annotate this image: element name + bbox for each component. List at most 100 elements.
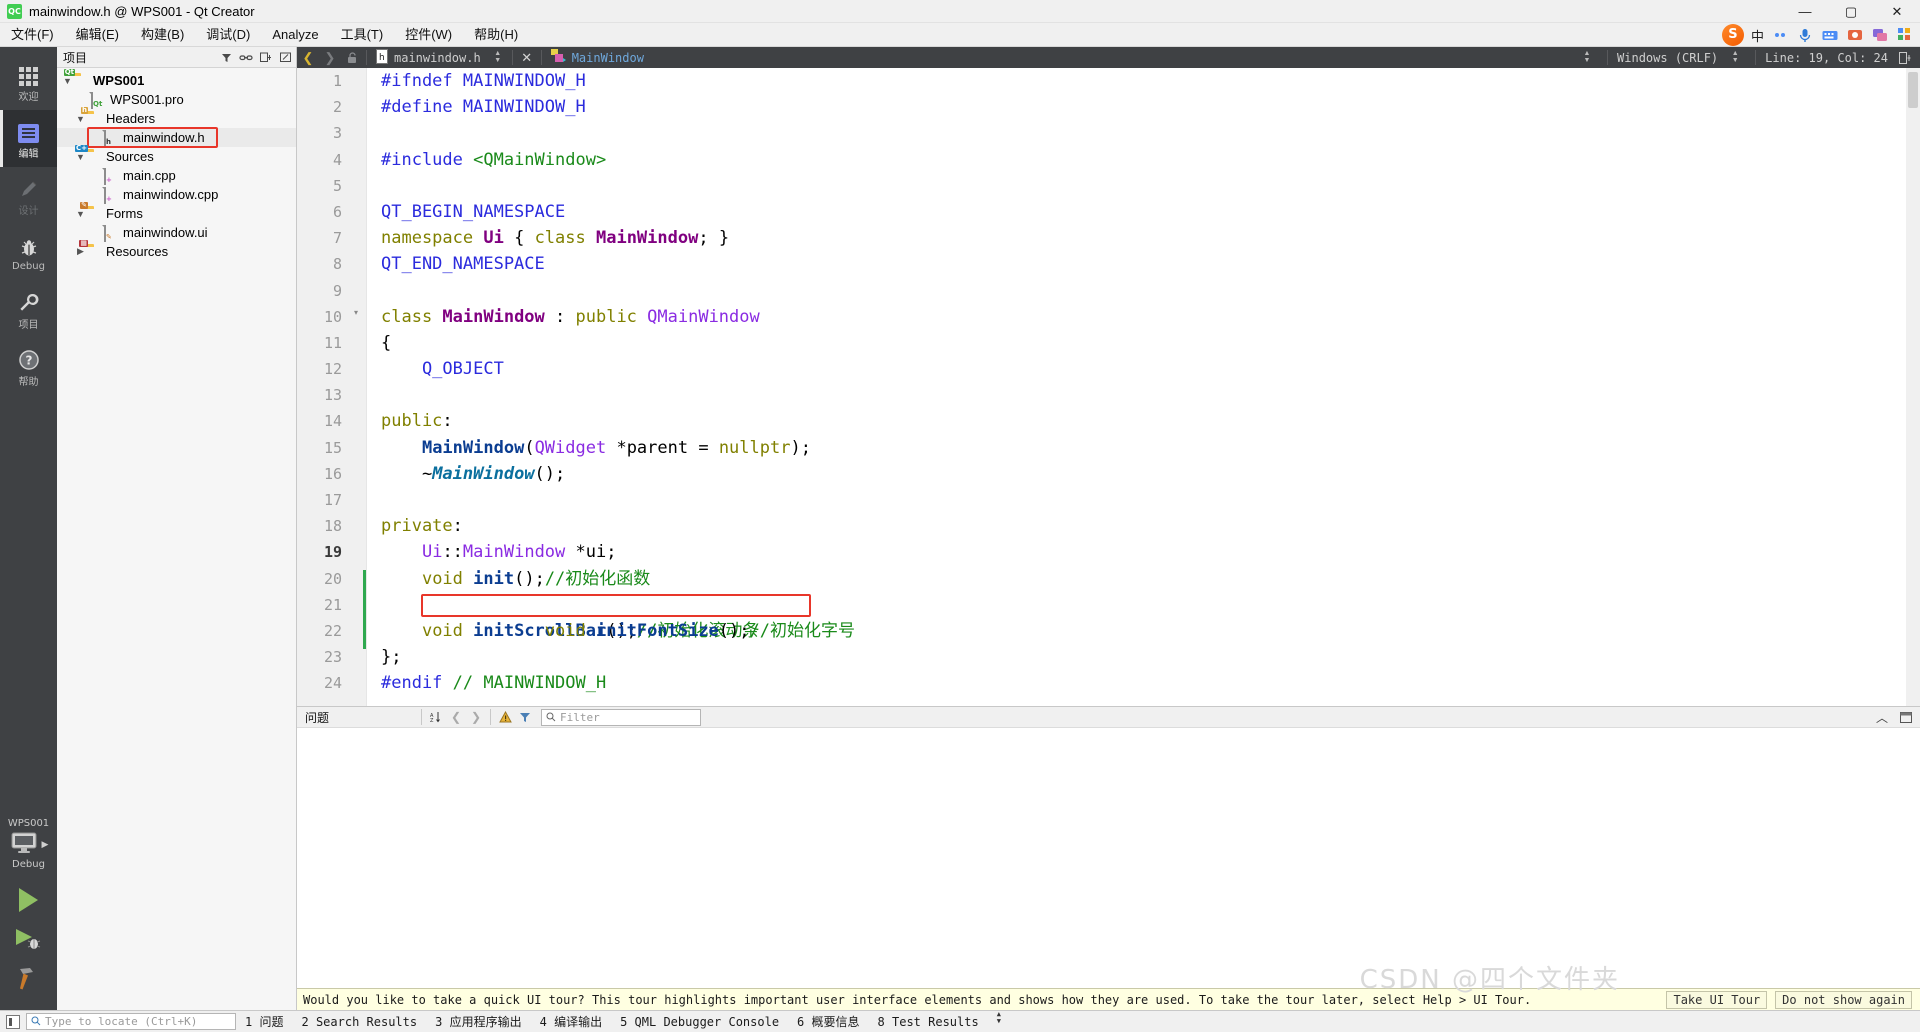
menu-debug[interactable]: 调试(D) <box>195 23 261 47</box>
grid-apps-icon[interactable] <box>1896 26 1914 44</box>
split-icon[interactable] <box>256 48 276 67</box>
project-pane-title[interactable]: 项目 <box>57 49 216 66</box>
funnel-icon[interactable] <box>515 707 535 727</box>
tab-spin-icon[interactable]: ▲▼ <box>487 47 509 68</box>
close-icon[interactable]: ✕ <box>516 47 538 68</box>
take-ui-tour-button[interactable]: Take UI Tour <box>1666 991 1767 1009</box>
run-triangle-icon <box>19 888 38 912</box>
chevron-down-icon[interactable]: ▼ <box>61 76 74 86</box>
issues-next-icon[interactable]: ❯ <box>466 707 486 727</box>
tree-label: Forms <box>106 206 143 221</box>
screenshot-icon[interactable] <box>1846 26 1864 44</box>
sidebar-toggle-icon[interactable] <box>6 1015 20 1029</box>
debug-button[interactable] <box>6 920 51 960</box>
kit-expand-arrow-icon[interactable]: ▶ <box>42 839 49 850</box>
tree-item-mainwindow-h[interactable]: h mainwindow.h <box>57 128 296 147</box>
tree-item-main-cpp[interactable]: + main.cpp <box>57 166 296 185</box>
menu-edit[interactable]: 编辑(E) <box>65 23 130 47</box>
line-number: 5 <box>297 173 366 199</box>
warning-icon[interactable] <box>495 707 515 727</box>
line-number: 22 <box>297 618 366 644</box>
filter-icon[interactable] <box>216 48 236 67</box>
keyboard-icon[interactable] <box>1821 26 1839 44</box>
navigate-forward-icon[interactable]: ❯ <box>319 47 341 68</box>
mode-welcome[interactable]: 欢迎 <box>0 53 57 110</box>
tree-item-wps001-pro[interactable]: Qt WPS001.pro <box>57 90 296 109</box>
issues-prev-icon[interactable]: ❮ <box>446 707 466 727</box>
tree-item-sources[interactable]: ▼ C+ Sources <box>57 147 296 166</box>
app-icon: QC <box>7 4 22 19</box>
maximize-button[interactable]: ▢ <box>1828 0 1874 23</box>
tree-item-headers[interactable]: ▼ h Headers <box>57 109 296 128</box>
encoding-spin-icon[interactable]: ▲▼ <box>1724 47 1746 68</box>
kit-selector[interactable]: WPS001 ▶ Debug <box>0 818 57 880</box>
svg-text:Z: Z <box>430 718 434 723</box>
minimize-button[interactable]: — <box>1782 0 1828 23</box>
output-pane-compile-output[interactable]: 4 编译输出 <box>531 1011 611 1032</box>
locator-input[interactable]: Type to locate (Ctrl+K) <box>26 1013 236 1030</box>
scrollbar-thumb[interactable] <box>1908 72 1918 108</box>
output-pane-general-messages[interactable]: 6 概要信息 <box>788 1011 868 1032</box>
chevron-updown-icon[interactable]: ▲▼ <box>988 1011 1010 1032</box>
mode-edit[interactable]: 编辑 <box>0 110 57 167</box>
menu-build[interactable]: 构建(B) <box>130 23 195 47</box>
pencil-icon <box>18 175 40 200</box>
file-tab-mainwindow-h[interactable]: h mainwindow.h <box>370 47 487 68</box>
issues-filter-input[interactable]: Filter <box>541 709 701 726</box>
output-pane-test-results[interactable]: 8 Test Results <box>869 1011 988 1032</box>
ime-mode-label[interactable]: 中 <box>1751 26 1764 45</box>
tree-item-resources[interactable]: ▶ ▦ Resources <box>57 242 296 261</box>
mode-help[interactable]: ? 帮助 <box>0 338 57 395</box>
output-pane-issues[interactable]: 1 问题 <box>236 1011 292 1032</box>
h-file-icon: h <box>376 49 389 67</box>
output-pane-qml-debugger-console[interactable]: 5 QML Debugger Console <box>611 1011 788 1032</box>
issues-pane-body[interactable] <box>297 728 1920 988</box>
ime-dot-icon[interactable] <box>1771 26 1789 44</box>
mic-icon[interactable] <box>1796 26 1814 44</box>
menu-file[interactable]: 文件(F) <box>0 23 65 47</box>
sogou-logo-icon[interactable]: S <box>1722 24 1744 46</box>
sort-icon[interactable]: AZ <box>426 707 446 727</box>
menu-analyze[interactable]: Analyze <box>261 23 329 47</box>
fold-marker-icon[interactable]: ▾ <box>354 308 358 317</box>
tree-item-mainwindow-ui[interactable]: ✎ mainwindow.ui <box>57 223 296 242</box>
chevron-down-icon[interactable]: ▼ <box>74 209 87 219</box>
code-line: }; <box>381 644 1920 670</box>
unlock-icon[interactable] <box>341 47 363 68</box>
close-icon[interactable] <box>1896 707 1916 727</box>
menu-widgets[interactable]: 控件(W) <box>394 23 463 47</box>
mode-debug[interactable]: Debug <box>0 224 57 281</box>
line-ending-spin-icon[interactable]: ▲▼ <box>1576 47 1598 68</box>
tree-item-mainwindow-cpp[interactable]: + mainwindow.cpp <box>57 185 296 204</box>
line-number: 20 <box>297 566 366 592</box>
chevron-down-icon[interactable]: ▼ <box>74 152 87 162</box>
build-button[interactable] <box>6 960 51 1000</box>
editor-vertical-scrollbar[interactable] <box>1906 68 1920 706</box>
navigate-back-icon[interactable]: ❮ <box>297 47 319 68</box>
tree-item-forms[interactable]: ▼ ✎ Forms <box>57 204 296 223</box>
output-pane-search-results[interactable]: 2 Search Results <box>292 1011 426 1032</box>
do-not-show-again-button[interactable]: Do not show again <box>1775 991 1912 1009</box>
mode-projects[interactable]: 项目 <box>0 281 57 338</box>
menu-help[interactable]: 帮助(H) <box>463 23 529 47</box>
more-icon[interactable] <box>276 48 296 67</box>
line-number: 18 <box>297 513 366 539</box>
tree-item-wps001[interactable]: ▼ Qt WPS001 <box>57 71 296 90</box>
translate-icon[interactable] <box>1871 26 1889 44</box>
chevron-up-icon[interactable]: ︿ <box>1872 707 1892 727</box>
menu-tools[interactable]: 工具(T) <box>330 23 395 47</box>
code-editor[interactable]: 1 2 3 4 5 6 7 8 9 10 11 12 13 14 15 16 1 <box>297 68 1920 706</box>
symbol-selector[interactable]: MainWindow <box>545 47 650 68</box>
split-horizontal-icon[interactable] <box>1894 47 1916 68</box>
run-button[interactable] <box>6 880 51 920</box>
link-icon[interactable] <box>236 48 256 67</box>
chevron-down-icon[interactable]: ▼ <box>74 114 87 124</box>
wrench-icon <box>17 289 40 314</box>
chevron-right-icon[interactable]: ▶ <box>74 246 87 257</box>
code-text-area[interactable]: #ifndef MAINWINDOW_H #define MAINWINDOW_… <box>367 68 1920 706</box>
issues-pane-title[interactable]: 问题 <box>297 709 417 726</box>
output-pane-application-output[interactable]: 3 应用程序输出 <box>426 1011 530 1032</box>
close-button[interactable]: ✕ <box>1874 0 1920 23</box>
line-ending-label[interactable]: Windows (CRLF) <box>1617 51 1718 65</box>
mode-design[interactable]: 设计 <box>0 167 57 224</box>
